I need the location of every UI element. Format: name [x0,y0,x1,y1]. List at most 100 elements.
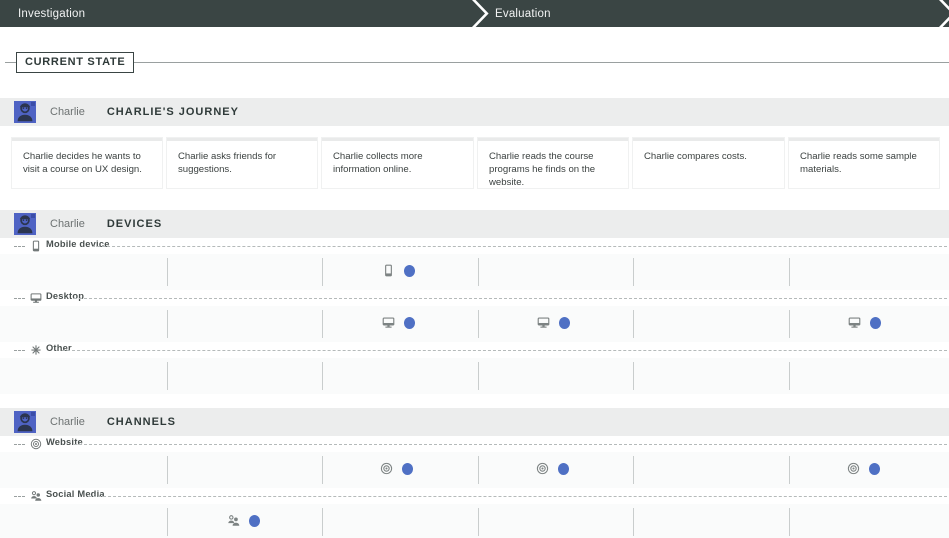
lane-label: Other [46,343,72,353]
lane-rule [92,246,947,247]
journey-step-card[interactable]: Charlie reads the course programs he fin… [478,138,628,188]
lane-header[interactable]: Website [0,436,949,452]
section-journey: Charlie CHARLIE'S JOURNEY Charlie decides … [0,98,949,194]
section-devices: Charlie DEVICES Mobile device Desktop Othe… [0,210,949,394]
lane-label: Mobile device [46,239,110,249]
lane-label: Desktop [46,291,85,301]
journey-map-canvas: Investigation Evaluation CURRENT STATE Ch… [0,0,949,538]
lane-column-divider [478,362,479,390]
journey-step-card[interactable]: Charlie decides he wants to visit a cour… [12,138,162,188]
lane-column-divider [789,508,790,536]
section-header-channels: Charlie CHANNELS [0,408,949,436]
lane-column-divider [167,456,168,484]
lane-column-divider [633,310,634,338]
journey-step-card[interactable]: Charlie asks friends for suggestions. [167,138,317,188]
touchpoint-dot[interactable] [870,316,881,329]
touchpoint-marker[interactable] [380,462,413,475]
target-icon [380,462,393,475]
phase-chevron-1 [471,0,489,27]
desktop-icon [848,316,861,329]
lane-header[interactable]: Mobile device [0,238,949,254]
lane-column-divider [322,362,323,390]
lane-header[interactable]: Other [0,342,949,358]
lane-column-divider [478,310,479,338]
lane-leader-dashes [14,350,25,351]
section-title: DEVICES [106,218,163,230]
touchpoint-marker[interactable] [227,514,260,527]
touchpoint-marker[interactable] [847,462,880,475]
touchpoint-dot[interactable] [402,462,413,475]
touchpoint-marker[interactable] [848,316,881,329]
people-icon [227,514,240,527]
touchpoint-dot[interactable] [559,316,570,329]
touchpoint-dot[interactable] [404,264,415,277]
lane-column-divider [322,508,323,536]
lane-column-divider [633,362,634,390]
lane-column-divider [167,508,168,536]
lane-column-divider [478,508,479,536]
touchpoint-marker[interactable] [537,316,570,329]
section-title: CHARLIE'S JOURNEY [106,106,239,118]
lane-rule [62,350,947,351]
lane-label: Social Media [46,489,105,499]
lane-column-divider [633,258,634,286]
desktop-icon [382,316,395,329]
touchpoint-dot[interactable] [558,462,569,475]
journey-step-card[interactable]: Charlie compares costs. [633,138,784,188]
journey-step-text: Charlie reads the course programs he fin… [489,151,596,188]
phase-tab-2[interactable]: Evaluation [480,0,949,27]
people-icon [30,490,42,502]
journey-step-card[interactable]: Charlie reads some sample materials. [789,138,939,188]
touchpoint-marker[interactable] [382,316,415,329]
lane-track [0,504,949,538]
lane-column-divider [478,456,479,484]
asterisk-icon [30,344,42,356]
lane-rule [74,444,947,445]
lane-header[interactable]: Social Media [0,488,949,504]
persona-name: Charlie [50,218,85,230]
persona-name: Charlie [50,416,85,428]
lane-label: Website [46,437,83,447]
desktop-icon [30,292,42,304]
lane-track [0,452,949,488]
lane-track [0,306,949,342]
journey-step-text: Charlie compares costs. [644,151,747,162]
lane-leader-dashes [14,444,25,445]
touchpoint-dot[interactable] [249,514,260,527]
journey-step-card[interactable]: Charlie collects more information online… [322,138,473,188]
lane-column-divider [478,258,479,286]
target-icon [847,462,860,475]
phase-tab-1[interactable]: Investigation [0,0,480,27]
touchpoint-marker[interactable] [382,264,415,277]
target-icon [30,438,42,450]
avatar-badge [31,412,35,416]
mobile-icon [30,240,42,252]
phase-bar: Investigation Evaluation [0,0,949,27]
avatar [14,213,36,235]
lane-column-divider [789,456,790,484]
avatar-badge [31,102,35,106]
lane-rule [88,496,947,497]
lane-rule [74,298,947,299]
lane-column-divider [322,456,323,484]
touchpoint-dot[interactable] [869,462,880,475]
lane-track [0,254,949,290]
lane-column-divider [789,310,790,338]
desktop-icon [537,316,550,329]
lane-column-divider [789,258,790,286]
lane-leader-dashes [14,246,25,247]
lane-leader-dashes [14,298,25,299]
phase-label: Evaluation [495,7,551,20]
lane-column-divider [633,456,634,484]
journey-step-text: Charlie collects more information online… [333,151,423,175]
touchpoint-marker[interactable] [536,462,569,475]
touchpoint-dot[interactable] [404,316,415,329]
current-state-rule [5,62,949,63]
lane-header[interactable]: Desktop [0,290,949,306]
journey-step-text: Charlie reads some sample materials. [800,151,917,175]
lane-track [0,358,949,394]
current-state-chip[interactable]: CURRENT STATE [16,52,135,73]
phase-label: Investigation [18,7,86,20]
journey-step-text: Charlie asks friends for suggestions. [178,151,277,175]
section-header-journey: Charlie CHARLIE'S JOURNEY [0,98,949,126]
